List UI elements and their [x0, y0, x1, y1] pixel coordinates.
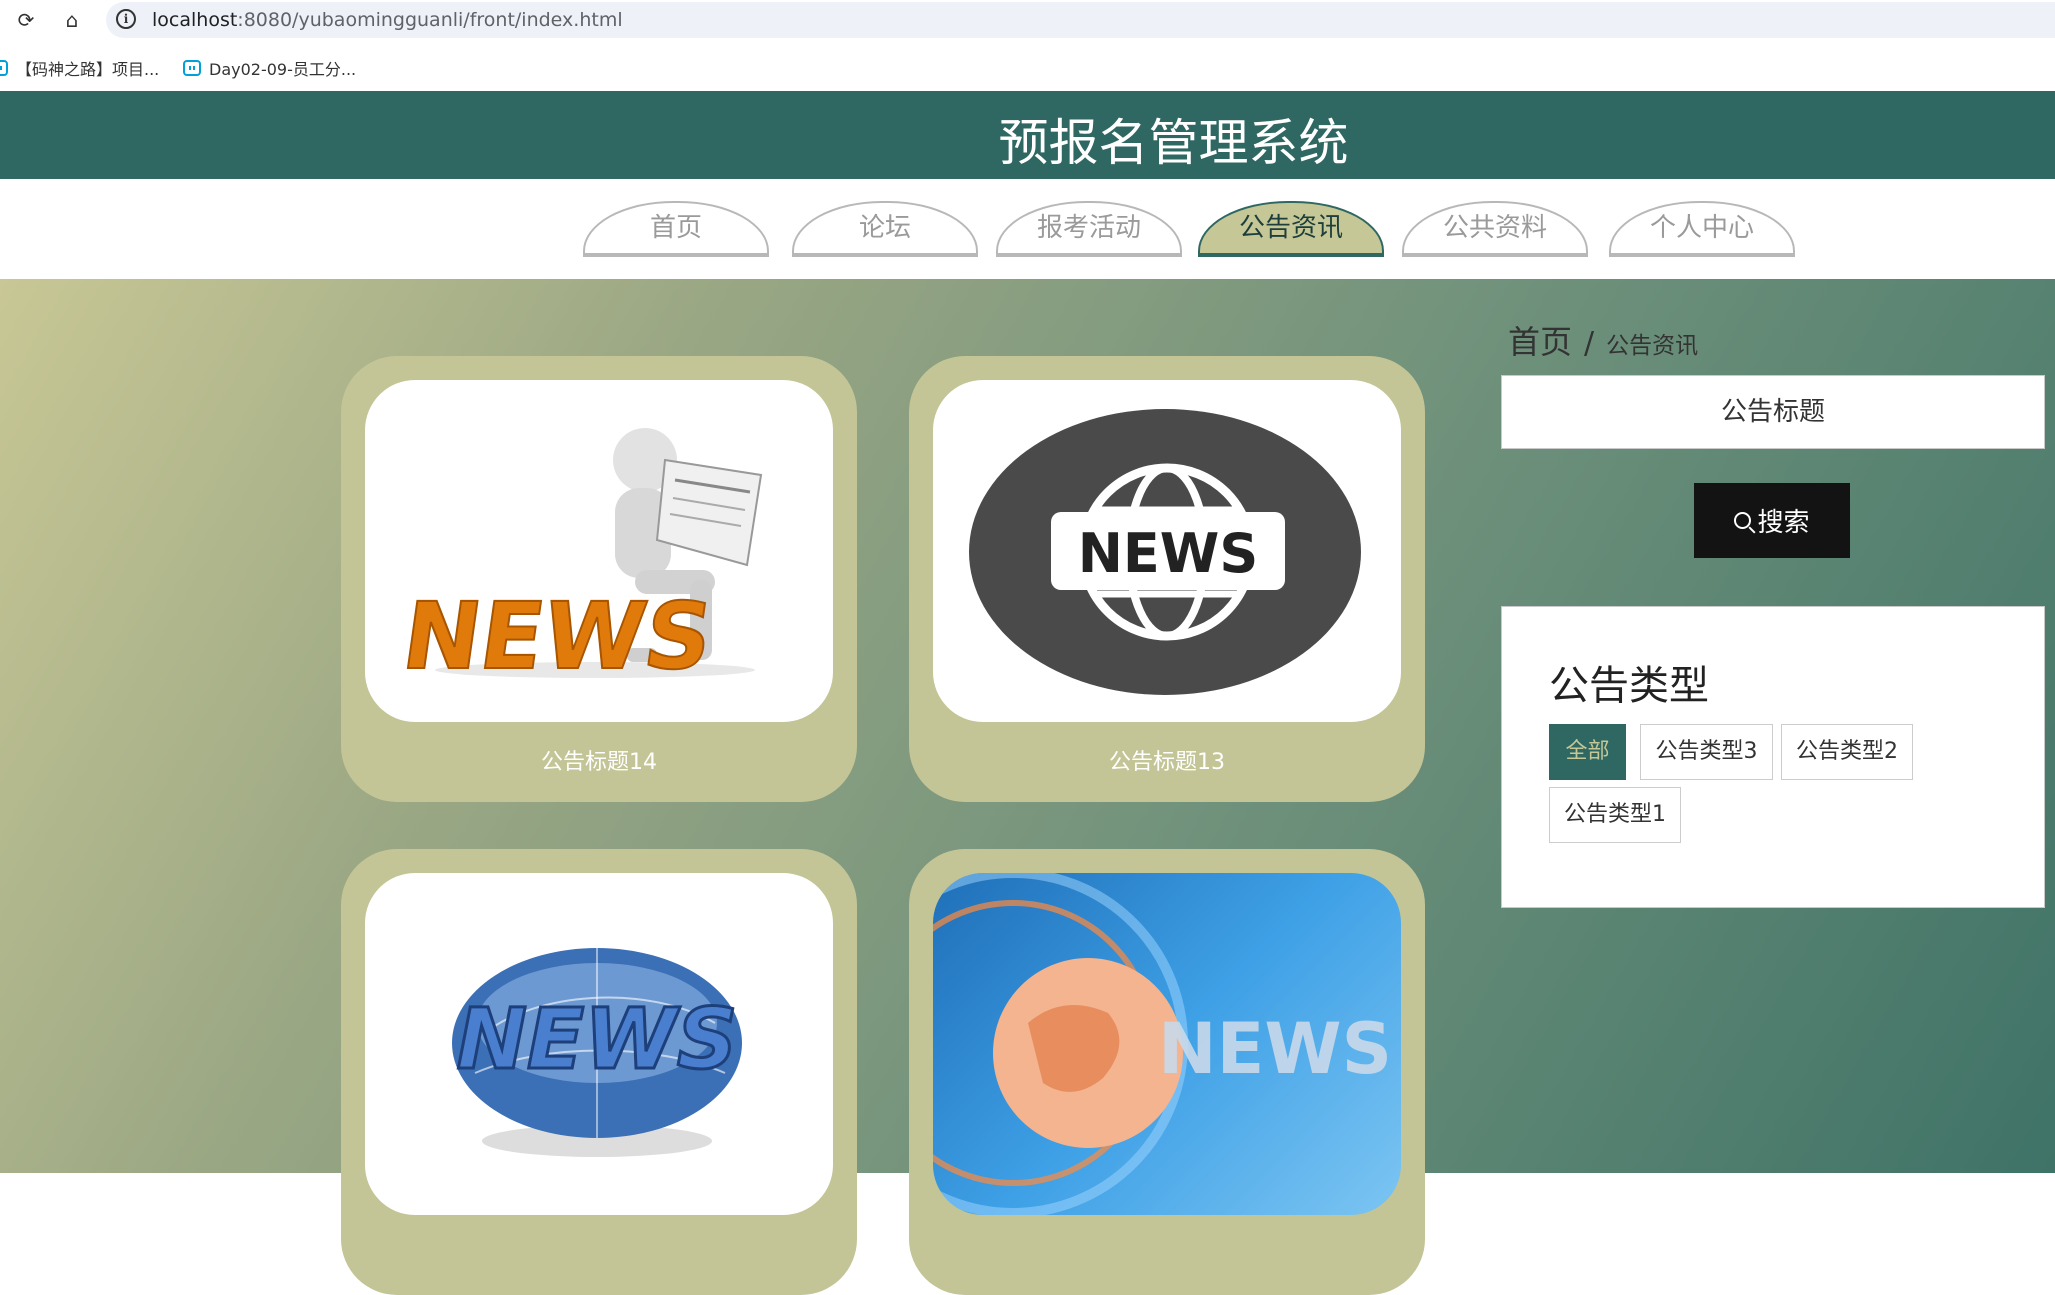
- type-filter-2[interactable]: 公告类型2: [1781, 724, 1913, 780]
- svg-text:NEWS: NEWS: [396, 582, 719, 689]
- tab-announcements[interactable]: 公告资讯: [1198, 201, 1384, 257]
- svg-text:NEWS: NEWS: [457, 990, 738, 1088]
- address-bar[interactable]: i localhost:8080/yubaomingguanli/front/i…: [106, 2, 2055, 38]
- announcement-card[interactable]: NEWS: [909, 849, 1425, 1295]
- announcement-card[interactable]: NEWS 公告标题14: [341, 356, 857, 802]
- browser-toolbar: ⟳ ⌂ i localhost:8080/yubaomingguanli/fro…: [0, 0, 2055, 40]
- type-filter-all[interactable]: 全部: [1549, 724, 1626, 780]
- breadcrumb: 首页 / 公告资讯: [1508, 317, 1698, 363]
- breadcrumb-current: 公告资讯: [1606, 333, 1699, 359]
- title-search-input[interactable]: 公告标题: [1501, 375, 2045, 449]
- reload-icon[interactable]: ⟳: [12, 6, 40, 34]
- site-info-icon[interactable]: i: [116, 9, 136, 29]
- breadcrumb-home[interactable]: 首页: [1508, 317, 1572, 363]
- search-icon: [1734, 512, 1752, 529]
- tab-public-materials[interactable]: 公共资料: [1402, 201, 1588, 257]
- card-title[interactable]: 公告标题14: [341, 744, 857, 776]
- announcement-type-filter: 公告类型 全部 公告类型3 公告类型2 公告类型1: [1501, 606, 2045, 908]
- home-icon[interactable]: ⌂: [58, 6, 86, 34]
- breadcrumb-separator: /: [1584, 326, 1595, 361]
- url-text: localhost:8080/yubaomingguanli/front/ind…: [152, 9, 623, 31]
- main-content: NEWS 公告标题14 NEWS 公告标题13 NEWS NEWS 首页 / 公…: [0, 279, 2055, 1295]
- news-reader-image[interactable]: NEWS: [365, 380, 833, 722]
- bookmark-item[interactable]: 【码神之路】项目...: [0, 56, 159, 80]
- news-globe-badge-image[interactable]: NEWS: [933, 380, 1401, 722]
- tab-forum[interactable]: 论坛: [792, 201, 978, 257]
- type-filter-1[interactable]: 公告类型1: [1549, 787, 1681, 843]
- bookmark-item[interactable]: Day02-09-员工分...: [183, 56, 356, 80]
- card-title[interactable]: 公告标题13: [909, 744, 1425, 776]
- site-title: 预报名管理系统: [998, 114, 1349, 172]
- tab-personal-center[interactable]: 个人中心: [1609, 201, 1795, 257]
- bookmarks-bar: 【码神之路】项目... Day02-09-员工分...: [0, 40, 2055, 91]
- svg-text:NEWS: NEWS: [1078, 522, 1259, 585]
- tab-home[interactable]: 首页: [583, 201, 769, 257]
- svg-text:NEWS: NEWS: [1158, 1008, 1392, 1090]
- search-button[interactable]: 搜索: [1694, 483, 1850, 558]
- type-filter-title: 公告类型: [1549, 663, 1709, 709]
- type-filter-3[interactable]: 公告类型3: [1640, 724, 1773, 780]
- main-nav: 首页 论坛 报考活动 公告资讯 公共资料 个人中心: [0, 179, 2055, 279]
- news-3d-globe-image[interactable]: NEWS: [365, 873, 833, 1215]
- site-header: 预报名管理系统: [0, 91, 2055, 179]
- bilibili-icon: [0, 60, 8, 76]
- bilibili-icon: [183, 60, 201, 76]
- tab-exam-activities[interactable]: 报考活动: [996, 201, 1182, 257]
- announcement-card[interactable]: NEWS: [341, 849, 857, 1295]
- announcement-card[interactable]: NEWS 公告标题13: [909, 356, 1425, 802]
- news-broadcast-image[interactable]: NEWS: [933, 873, 1401, 1215]
